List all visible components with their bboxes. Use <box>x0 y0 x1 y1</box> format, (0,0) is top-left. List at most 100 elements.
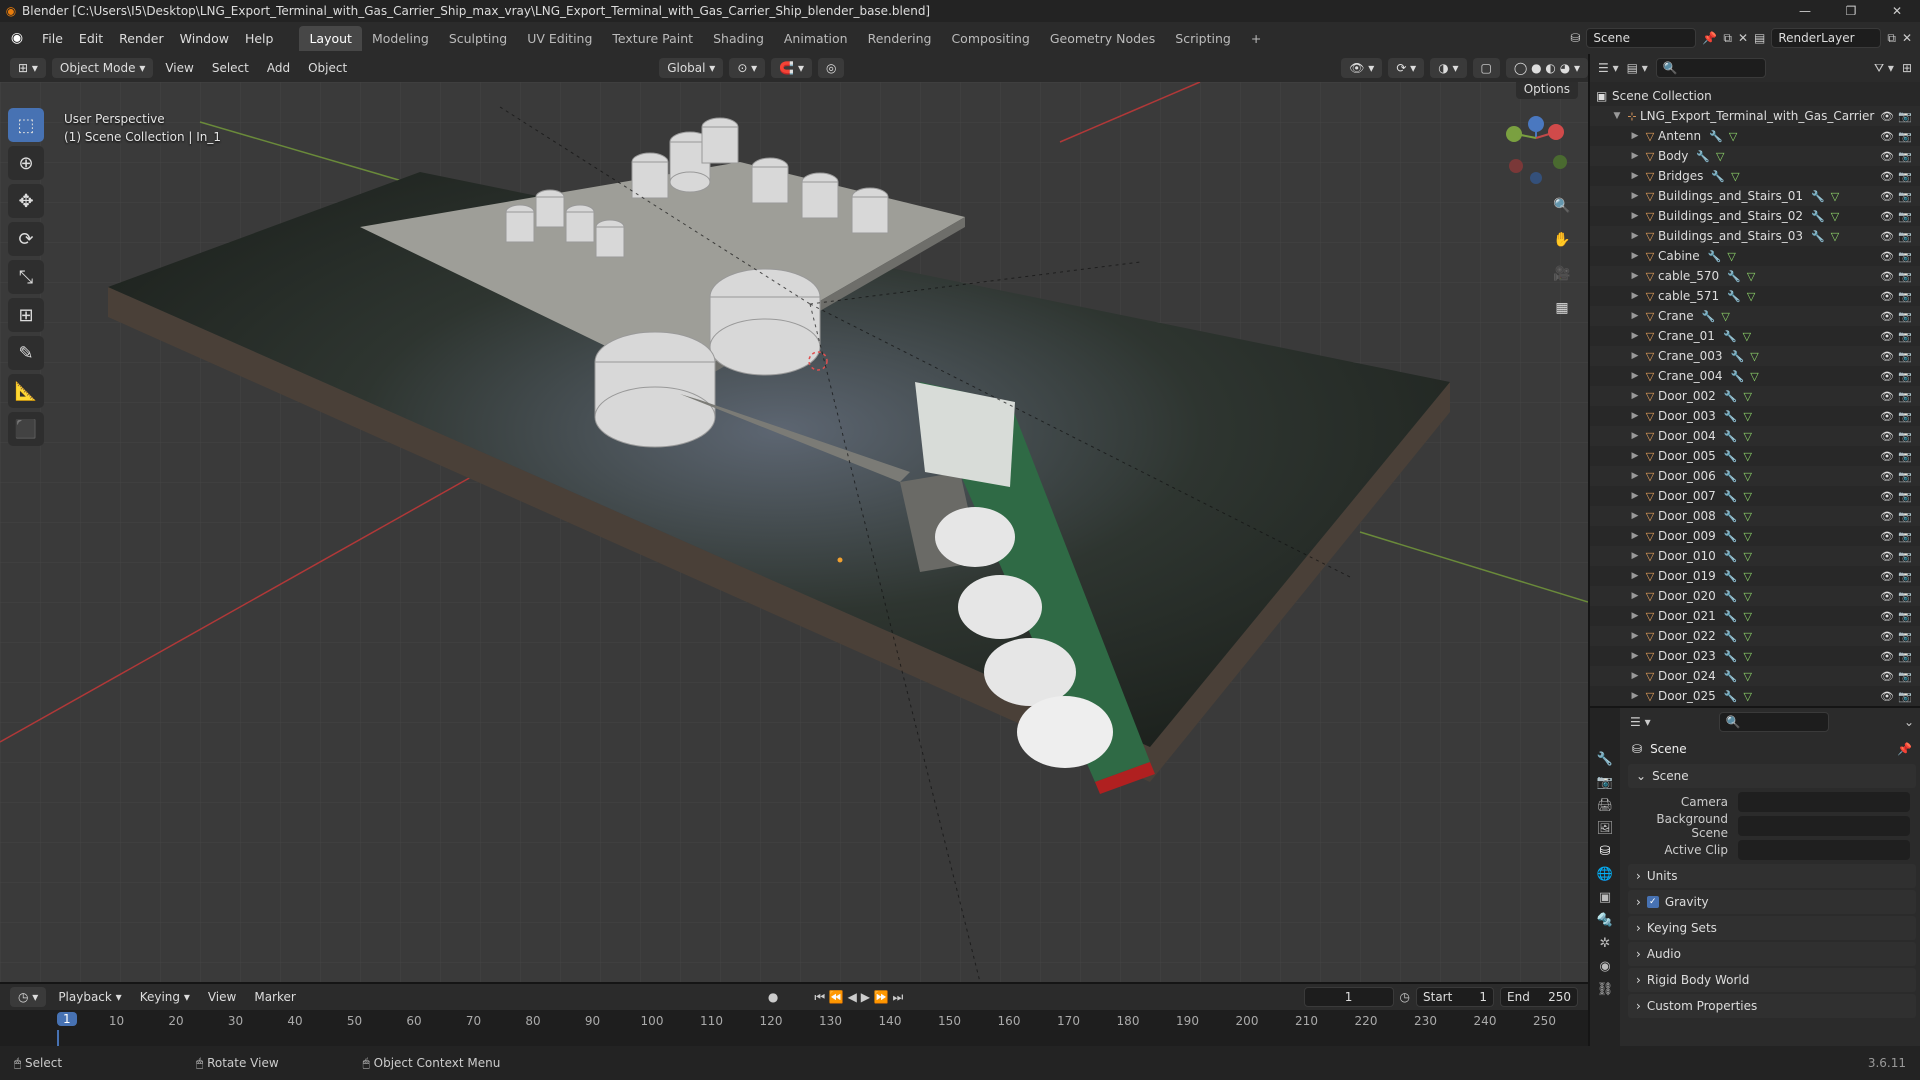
scene-collection-row[interactable]: ▣ Scene Collection <box>1590 86 1920 106</box>
modifier-icon[interactable]: 🔧 ▽ <box>1724 510 1752 523</box>
outliner-item[interactable]: ▶ ▽ Door_006 🔧 ▽ 👁 📷 <box>1590 466 1920 486</box>
scene-icon[interactable]: ⛁ <box>1570 31 1580 45</box>
outliner-item[interactable]: ▶ ▽ Door_003 🔧 ▽ 👁 📷 <box>1590 406 1920 426</box>
render-camera-icon[interactable]: 📷 <box>1898 490 1912 503</box>
render-tab-icon[interactable]: 📷 <box>1597 775 1613 790</box>
outliner-item[interactable]: ▶ ▽ Crane_003 🔧 ▽ 👁 📷 <box>1590 346 1920 366</box>
visibility-eye-icon[interactable]: 👁 <box>1880 130 1894 143</box>
visibility-eye-icon[interactable]: 👁 <box>1880 470 1894 483</box>
outliner-editor-icon[interactable]: ☰ ▾ <box>1598 61 1619 75</box>
expand-arrow-icon[interactable]: ▶ <box>1628 331 1642 341</box>
blender-menu-icon[interactable]: ◉ <box>0 30 34 46</box>
tab-scripting[interactable]: Scripting <box>1165 26 1241 51</box>
mesh-data-icon[interactable]: ▽ <box>1743 570 1751 583</box>
new-layer-icon[interactable]: ⧉ <box>1887 31 1896 46</box>
add-cube-tool[interactable]: ⬛ <box>8 412 44 446</box>
expand-arrow-icon[interactable]: ▶ <box>1628 671 1642 681</box>
shading-modes[interactable]: ◯ ● ◐ ◕ ▾ <box>1505 58 1588 78</box>
modifier-icon[interactable]: 🔧 ▽ <box>1709 130 1737 143</box>
visibility-dropdown[interactable]: 👁 ▾ <box>1341 58 1383 78</box>
mesh-data-icon[interactable]: ▽ <box>1727 250 1735 263</box>
mesh-data-icon[interactable]: ▽ <box>1743 530 1751 543</box>
render-camera-icon[interactable]: 📷 <box>1898 190 1912 203</box>
playback-controls[interactable]: ⏮ ⏪ ◀ ▶ ⏩ ⏭ <box>814 990 903 1005</box>
outliner-search-input[interactable]: 🔍 <box>1655 58 1766 78</box>
ortho-grid-icon[interactable]: ▦ <box>1548 294 1576 322</box>
proportional-edit-toggle[interactable]: ◎ <box>818 58 845 78</box>
visibility-eye-icon[interactable]: 👁 <box>1880 330 1894 343</box>
playback-menu[interactable]: Playback ▾ <box>52 990 127 1004</box>
constraints-tab-icon[interactable]: ⛓ <box>1597 982 1614 997</box>
playhead-frame-badge[interactable]: 1 <box>57 1012 77 1026</box>
outliner-item[interactable]: ▶ ▽ Door_004 🔧 ▽ 👁 📷 <box>1590 426 1920 446</box>
modifier-icon[interactable]: 🔧 ▽ <box>1724 570 1752 583</box>
modifier-icon[interactable]: 🔧 ▽ <box>1724 490 1752 503</box>
expand-arrow-icon[interactable]: ▶ <box>1628 151 1642 161</box>
zoom-icon[interactable]: 🔍 <box>1548 192 1576 220</box>
menu-render[interactable]: Render <box>111 31 172 46</box>
expand-arrow-icon[interactable]: ▶ <box>1628 431 1642 441</box>
visibility-eye-icon[interactable]: 👁 <box>1880 690 1894 703</box>
expand-arrow-icon[interactable]: ▶ <box>1628 311 1642 321</box>
filter-icon[interactable]: ⛛ ▾ <box>1874 61 1894 76</box>
panel-units[interactable]: › Units <box>1628 864 1916 888</box>
scene-selector[interactable]: Scene <box>1586 28 1697 48</box>
rotate-tool[interactable]: ⟳ <box>8 222 44 256</box>
expand-arrow-icon[interactable]: ▶ <box>1628 371 1642 381</box>
mode-dropdown[interactable]: Object Mode ▾ <box>51 58 154 78</box>
visibility-eye-icon[interactable]: 👁 <box>1880 570 1894 583</box>
xray-toggle[interactable]: ▢ <box>1472 58 1500 78</box>
modifier-icon[interactable]: 🔧 ▽ <box>1811 190 1839 203</box>
expand-arrow-icon[interactable]: ▶ <box>1628 571 1642 581</box>
tab-uv-editing[interactable]: UV Editing <box>517 26 602 51</box>
outliner-item[interactable]: ▶ ▽ Door_022 🔧 ▽ 👁 📷 <box>1590 626 1920 646</box>
output-tab-icon[interactable]: 🖨 <box>1597 798 1614 813</box>
outliner-item[interactable]: ▶ ▽ Crane_004 🔧 ▽ 👁 📷 <box>1590 366 1920 386</box>
outliner-item[interactable]: ▶ ▽ Door_007 🔧 ▽ 👁 📷 <box>1590 486 1920 506</box>
mesh-data-icon[interactable]: ▽ <box>1721 310 1729 323</box>
modifier-icon[interactable]: 🔧 ▽ <box>1731 350 1759 363</box>
physics-tab-icon[interactable]: ◉ <box>1599 959 1610 974</box>
render-camera-icon[interactable]: 📷 <box>1898 250 1912 263</box>
expand-arrow-icon[interactable]: ▶ <box>1628 531 1642 541</box>
minimize-button[interactable]: — <box>1782 4 1828 18</box>
select-menu[interactable]: Select <box>206 61 255 75</box>
delete-layer-icon[interactable]: ✕ <box>1902 31 1912 45</box>
visibility-eye-icon[interactable]: 👁 <box>1880 350 1894 363</box>
render-camera-icon[interactable]: 📷 <box>1898 350 1912 363</box>
expand-arrow-icon[interactable]: ▶ <box>1628 491 1642 501</box>
render-camera-icon[interactable]: 📷 <box>1898 650 1912 663</box>
render-camera-icon[interactable]: 📷 <box>1898 470 1912 483</box>
panel-rigid-body-world[interactable]: › Rigid Body World <box>1628 968 1916 992</box>
mesh-data-icon[interactable]: ▽ <box>1743 690 1751 703</box>
render-camera-icon[interactable]: 📷 <box>1898 130 1912 143</box>
tool-tab-icon[interactable]: 🔧 <box>1597 752 1613 767</box>
mesh-data-icon[interactable]: ▽ <box>1743 410 1751 423</box>
visibility-eye-icon[interactable]: 👁 <box>1880 210 1894 223</box>
mesh-data-icon[interactable]: ▽ <box>1743 330 1751 343</box>
panel-gravity[interactable]: › ✓ Gravity <box>1628 890 1916 914</box>
mesh-data-icon[interactable]: ▽ <box>1743 550 1751 563</box>
render-camera-icon[interactable]: 📷 <box>1898 550 1912 563</box>
measure-tool[interactable]: 📐 <box>8 374 44 408</box>
render-camera-icon[interactable]: 📷 <box>1898 510 1912 523</box>
mesh-data-icon[interactable]: ▽ <box>1750 370 1758 383</box>
expand-arrow-icon[interactable]: ▶ <box>1628 411 1642 421</box>
render-camera-icon[interactable]: 📷 <box>1898 310 1912 323</box>
mesh-data-icon[interactable]: ▽ <box>1743 490 1751 503</box>
visibility-eye-icon[interactable]: 👁 <box>1880 450 1894 463</box>
display-mode-icon[interactable]: ▤ ▾ <box>1627 61 1648 75</box>
mesh-data-icon[interactable]: ▽ <box>1743 390 1751 403</box>
field-value-input[interactable] <box>1738 840 1910 860</box>
modifier-tab-icon[interactable]: 🔩 <box>1597 913 1613 928</box>
mesh-data-icon[interactable]: ▽ <box>1731 170 1739 183</box>
visibility-eye-icon[interactable]: 👁 <box>1880 490 1894 503</box>
render-camera-icon[interactable]: 📷 <box>1898 570 1912 583</box>
transform-orientation-dropdown[interactable]: Global ▾ <box>659 58 724 78</box>
render-layer-icon[interactable]: ▤ <box>1754 31 1765 45</box>
modifier-icon[interactable]: 🔧 ▽ <box>1727 290 1755 303</box>
mesh-data-icon[interactable]: ▽ <box>1743 610 1751 623</box>
outliner-item[interactable]: ▶ ▽ Body 🔧 ▽ 👁 📷 <box>1590 146 1920 166</box>
tab--[interactable]: + <box>1241 26 1271 51</box>
expand-arrow-icon[interactable]: ▶ <box>1628 211 1642 221</box>
